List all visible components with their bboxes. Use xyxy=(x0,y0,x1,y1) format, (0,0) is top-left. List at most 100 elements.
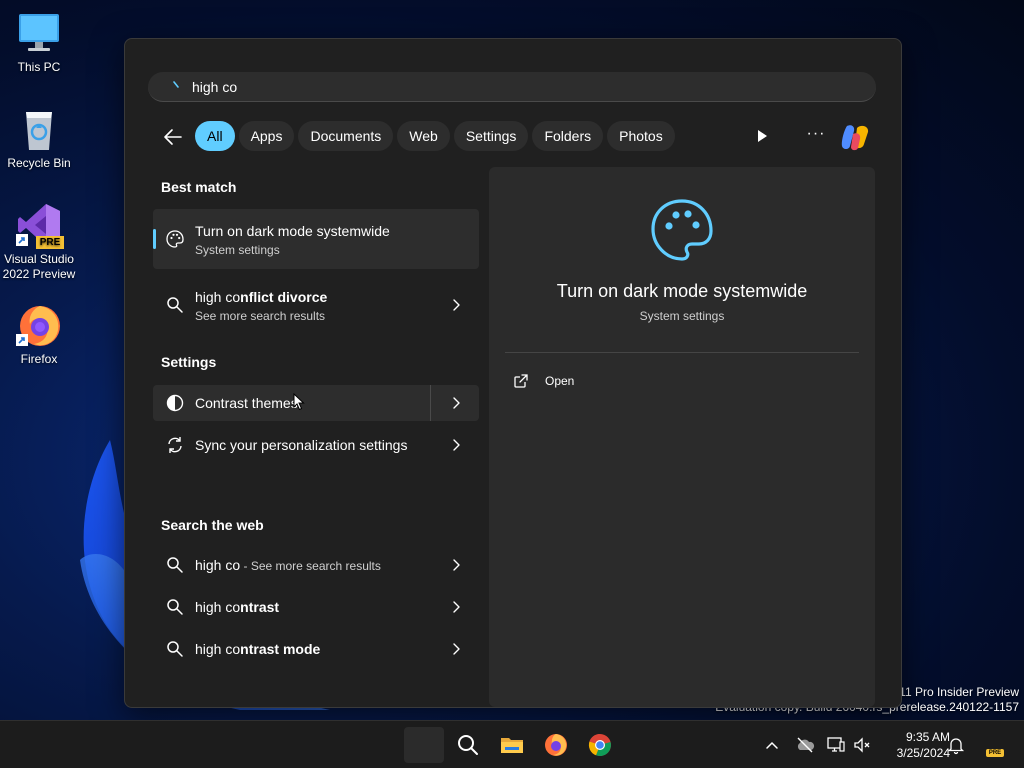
desktop-icon-label: Visual Studio xyxy=(4,252,74,266)
search-icon xyxy=(167,599,183,615)
desktop-icon-label: 2022 Preview xyxy=(2,267,76,281)
query-prefix: high co xyxy=(195,289,241,305)
sync-icon xyxy=(168,437,182,453)
desktop-icon-this-pc[interactable]: This PC xyxy=(0,10,79,75)
result-title: high contrast xyxy=(195,599,279,615)
taskbar-firefox[interactable] xyxy=(536,727,576,763)
search-icon xyxy=(167,641,183,657)
search-loading-icon xyxy=(173,81,179,88)
result-title: high contrast mode xyxy=(195,641,320,657)
monitor-icon xyxy=(16,10,62,56)
section-title-web: Search the web xyxy=(161,517,264,533)
chrome-icon xyxy=(588,733,611,757)
result-item-conflict[interactable]: high conflict divorce See more search re… xyxy=(153,275,479,335)
chevron-right-icon xyxy=(453,299,460,311)
web-item-high-contrast-mode[interactable]: high contrast mode xyxy=(153,631,479,667)
more-options-icon[interactable]: ··· xyxy=(803,126,829,145)
onedrive-offline-icon[interactable] xyxy=(795,735,815,755)
preview-divider xyxy=(505,352,859,353)
filter-chip-folders[interactable]: Folders xyxy=(532,121,604,151)
result-subtitle: See more search results xyxy=(195,309,326,323)
desktop-icon-label: Recycle Bin xyxy=(7,156,71,170)
firefox-icon xyxy=(545,734,567,756)
desktop-icon-recycle-bin[interactable]: Recycle Bin xyxy=(0,106,79,171)
search-box[interactable] xyxy=(148,72,876,102)
palette-icon xyxy=(651,199,713,261)
pre-badge: PRE xyxy=(36,236,64,249)
filter-chips: All Apps Documents Web Settings Folders … xyxy=(195,121,675,151)
filter-row: All Apps Documents Web Settings Folders … xyxy=(153,121,883,153)
filter-chip-all[interactable]: All xyxy=(195,121,235,151)
network-icon[interactable] xyxy=(826,735,846,755)
desktop-icon-label: This PC xyxy=(17,60,61,74)
result-title: Sync your personalization settings xyxy=(195,437,408,453)
query-completion: ntrast xyxy=(240,599,280,615)
play-icon[interactable] xyxy=(753,127,771,145)
clock-date: 3/25/2024 xyxy=(896,746,950,760)
query-completion: ntrast mode xyxy=(240,641,321,657)
desktop-icon-label: Firefox xyxy=(20,352,58,366)
system-clock[interactable]: 9:35 AM 3/25/2024 xyxy=(876,729,950,761)
start-button[interactable] xyxy=(404,727,444,763)
preview-pane: Turn on dark mode systemwide System sett… xyxy=(489,167,875,707)
result-subtitle: System settings xyxy=(195,243,280,257)
palette-icon xyxy=(166,230,184,248)
open-button[interactable]: Open xyxy=(513,371,633,393)
recycle-bin-icon xyxy=(16,106,62,152)
search-icon xyxy=(167,557,183,573)
search-icon xyxy=(167,297,183,313)
web-item-high-contrast[interactable]: high contrast xyxy=(153,589,479,625)
notification-bell-icon[interactable] xyxy=(946,735,966,755)
filter-chip-documents[interactable]: Documents xyxy=(298,121,394,151)
search-panel: All Apps Documents Web Settings Folders … xyxy=(124,38,902,708)
query-prefix: high co xyxy=(195,599,241,615)
filter-chip-settings[interactable]: Settings xyxy=(453,121,529,151)
web-item-high-co[interactable]: high co - See more search results xyxy=(153,547,479,583)
back-arrow-icon[interactable] xyxy=(161,125,185,149)
clock-time: 9:35 AM xyxy=(905,730,950,744)
settings-item-sync-personalization[interactable]: Sync your personalization settings xyxy=(153,427,479,463)
taskbar-search-button[interactable] xyxy=(448,727,488,763)
desktop-icon-visual-studio[interactable]: PRE Visual Studio 2022 Preview xyxy=(0,202,79,282)
chevron-right-icon xyxy=(453,601,460,613)
folder-icon xyxy=(501,738,523,753)
taskbar-chrome[interactable] xyxy=(580,727,620,763)
open-external-icon xyxy=(514,374,528,388)
selection-indicator xyxy=(153,229,156,249)
section-title-settings: Settings xyxy=(161,354,217,370)
split-divider xyxy=(430,385,431,421)
preview-title: Turn on dark mode systemwide xyxy=(556,281,808,301)
chevron-right-icon xyxy=(453,643,460,655)
copilot-icon[interactable] xyxy=(839,122,871,152)
settings-item-contrast-themes[interactable]: Contrast themes xyxy=(153,385,479,421)
taskbar: 9:35 AM 3/25/2024 PRE xyxy=(0,720,1024,768)
mouse-cursor-icon xyxy=(293,393,305,411)
insider-pre-badge: PRE xyxy=(986,749,1004,757)
search-input[interactable] xyxy=(192,76,852,98)
chevron-right-icon xyxy=(453,559,460,571)
result-title: Contrast themes xyxy=(195,395,298,411)
visual-studio-icon: PRE xyxy=(16,202,64,249)
filter-chip-web[interactable]: Web xyxy=(397,121,450,151)
best-match-item[interactable]: Turn on dark mode systemwide System sett… xyxy=(153,209,479,269)
taskbar-file-explorer[interactable] xyxy=(492,727,532,763)
chevron-right-icon xyxy=(453,439,460,451)
result-title: Turn on dark mode systemwide xyxy=(195,223,390,239)
firefox-icon xyxy=(16,302,62,348)
filter-chip-apps[interactable]: Apps xyxy=(238,121,295,151)
filter-chip-photos[interactable]: Photos xyxy=(607,121,675,151)
preview-subtitle: System settings xyxy=(639,309,725,323)
query-prefix: high co xyxy=(195,557,241,573)
chevron-right-icon[interactable] xyxy=(451,397,461,409)
contrast-icon xyxy=(166,394,184,412)
volume-muted-icon[interactable] xyxy=(852,735,872,755)
chevron-up-icon[interactable] xyxy=(762,735,782,755)
open-label: Open xyxy=(545,374,575,388)
result-title: high co - See more search results xyxy=(195,557,381,573)
desktop-icon-firefox[interactable]: Firefox xyxy=(0,302,79,367)
query-prefix: high co xyxy=(195,641,241,657)
query-completion: nflict divorce xyxy=(240,289,328,305)
search-icon xyxy=(458,735,478,755)
section-title-best-match: Best match xyxy=(161,179,237,195)
result-title: high conflict divorce xyxy=(195,289,327,305)
